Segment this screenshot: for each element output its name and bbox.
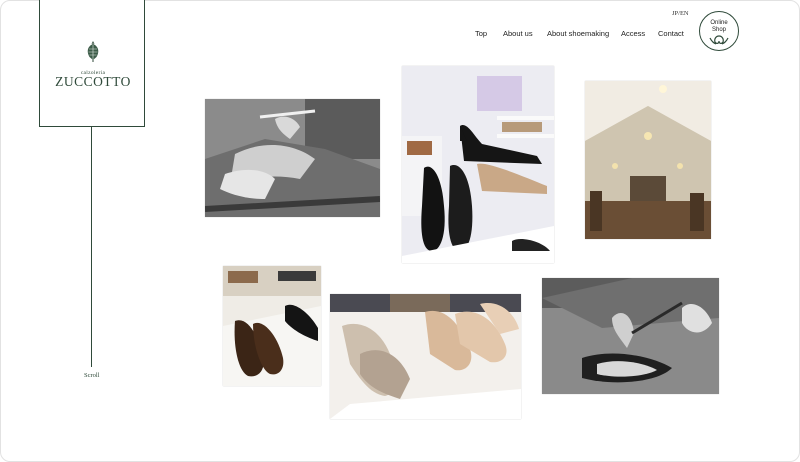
scroll-label[interactable]: Scroll [84, 372, 100, 379]
language-switch[interactable]: JP/EN [672, 10, 689, 17]
logo[interactable]: calzoleria ZUCCOTTO [39, 0, 145, 127]
scroll-line [91, 127, 92, 367]
ornament-icon [709, 35, 729, 45]
photo-brown-strap-shoes [223, 266, 321, 386]
photo-sandals-display [330, 294, 521, 419]
online-shop-button[interactable]: Online Shop [699, 11, 739, 51]
photo-shop-interior [585, 81, 711, 239]
nav-about-shoemaking[interactable]: About shoemaking [547, 29, 609, 41]
online-shop-label: Online Shop [710, 20, 728, 33]
nav-top[interactable]: Top [475, 29, 487, 41]
photo-black-shoes-display [402, 66, 554, 263]
photo-craft-hands [205, 99, 380, 217]
logo-title: ZUCCOTTO [55, 74, 131, 89]
nav-about-us[interactable]: About us [503, 29, 533, 41]
pinecone-logo-icon [87, 41, 99, 62]
nav-access[interactable]: Access [621, 29, 645, 41]
nav-contact[interactable]: Contact [658, 29, 684, 41]
photo-shoemaking-tools [542, 278, 719, 394]
